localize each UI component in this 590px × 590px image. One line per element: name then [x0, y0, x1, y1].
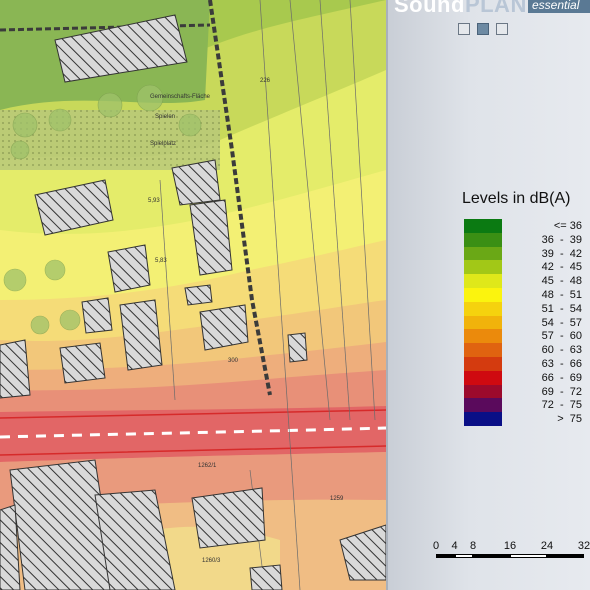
parcel-label: 1259	[330, 496, 344, 502]
legend-label: <= 36	[553, 220, 582, 232]
legend-item: > 75	[464, 412, 584, 426]
parcel-label: Spielplatz	[150, 141, 176, 147]
legend-label: 36 - 39	[541, 233, 582, 246]
scale-tick-label: 4	[451, 540, 458, 552]
legend-label: 69 - 72	[541, 385, 582, 398]
legend-swatch	[464, 315, 502, 330]
legend-label: 45 - 48	[541, 275, 582, 288]
parcel-label: 1262/1	[198, 463, 217, 469]
parcel-label: 5,93	[148, 198, 160, 204]
noise-map-canvas: Spielen Gemeinschafts-Fläche Spielplatz …	[0, 0, 386, 590]
scale-tick-label: 32	[577, 540, 590, 552]
legend-item: 63 - 66	[464, 356, 584, 371]
legend-swatch	[464, 398, 502, 413]
page-indicator-1[interactable]	[458, 23, 470, 35]
legend-swatch	[464, 287, 502, 302]
scale-tick-label: 8	[469, 540, 477, 552]
brand-part2: PLAN	[464, 0, 527, 17]
legend-swatch	[464, 412, 502, 426]
legend-label: 66 - 69	[541, 371, 582, 384]
scale-tick-label: 24	[540, 540, 554, 552]
legend-swatch	[464, 329, 502, 344]
legend-label: > 75	[557, 413, 582, 426]
scale-bar: 0 4 8 16 24 32	[432, 540, 590, 580]
legend-swatch	[464, 370, 502, 385]
edition-badge: essential	[528, 0, 590, 13]
parcel-label: 226	[260, 78, 271, 84]
brand-part1: Sound	[394, 0, 465, 17]
legend-item: 39 - 42	[464, 246, 584, 261]
page-indicator-2[interactable]	[477, 23, 489, 35]
page-indicator	[458, 22, 515, 40]
scale-segment	[454, 554, 473, 558]
legend-list: <= 36 36 - 39 39 - 42 42 - 45 45 - 48 48 - 51…	[464, 219, 584, 426]
scale-tick-label: 16	[503, 540, 517, 552]
page-indicator-3[interactable]	[496, 23, 508, 35]
legend-item: <= 36	[464, 219, 584, 233]
parcel-label: 300	[228, 358, 239, 364]
legend-item: 54 - 57	[464, 315, 584, 330]
legend-item: 57 - 60	[464, 329, 584, 344]
legend-swatch	[464, 260, 502, 275]
legend-panel: SoundPLAN essential Levels in dB(A) <= 3…	[386, 0, 590, 590]
legend-label: 39 - 42	[541, 247, 582, 260]
legend-swatch	[464, 219, 502, 233]
legend-item: 72 - 75	[464, 398, 584, 413]
scale-segment	[473, 554, 510, 558]
legend-label: 57 - 60	[541, 330, 582, 343]
legend-item: 51 - 54	[464, 301, 584, 316]
legend-item: 45 - 48	[464, 274, 584, 288]
legend-label: 54 - 57	[541, 316, 582, 329]
parcel-label: Gemeinschafts-Fläche	[150, 94, 211, 100]
parcel-label: Spielen	[155, 114, 175, 120]
legend-item: 60 - 63	[464, 343, 584, 357]
legend-item: 36 - 39	[464, 232, 584, 247]
legend-item: 42 - 45	[464, 260, 584, 275]
legend-swatch	[464, 246, 502, 261]
legend-swatch	[464, 301, 502, 316]
legend-label: 60 - 63	[541, 344, 582, 357]
legend-label: 72 - 75	[541, 399, 582, 412]
legend-title: Levels in dB(A)	[462, 190, 571, 207]
legend-swatch	[464, 384, 502, 399]
legend-swatch	[464, 343, 502, 357]
legend-label: 48 - 51	[541, 288, 582, 301]
parcel-label: 5,83	[155, 258, 167, 264]
legend-swatch	[464, 274, 502, 288]
brand-logo: SoundPLAN	[394, 0, 527, 18]
scale-segment	[436, 554, 455, 558]
legend-label: 51 - 54	[541, 302, 582, 315]
legend-item: 48 - 51	[464, 287, 584, 302]
legend-swatch	[464, 356, 502, 371]
parcel-label: 1260/3	[202, 558, 221, 564]
scale-segment	[547, 554, 584, 558]
legend-label: 42 - 45	[541, 261, 582, 274]
legend-swatch	[464, 232, 502, 247]
legend-item: 66 - 69	[464, 370, 584, 385]
legend-item: 69 - 72	[464, 384, 584, 399]
scale-segment	[510, 554, 547, 558]
legend-label: 63 - 66	[541, 357, 582, 370]
noise-map[interactable]: Spielen Gemeinschafts-Fläche Spielplatz …	[0, 0, 386, 590]
scale-tick-label: 0	[432, 540, 440, 552]
